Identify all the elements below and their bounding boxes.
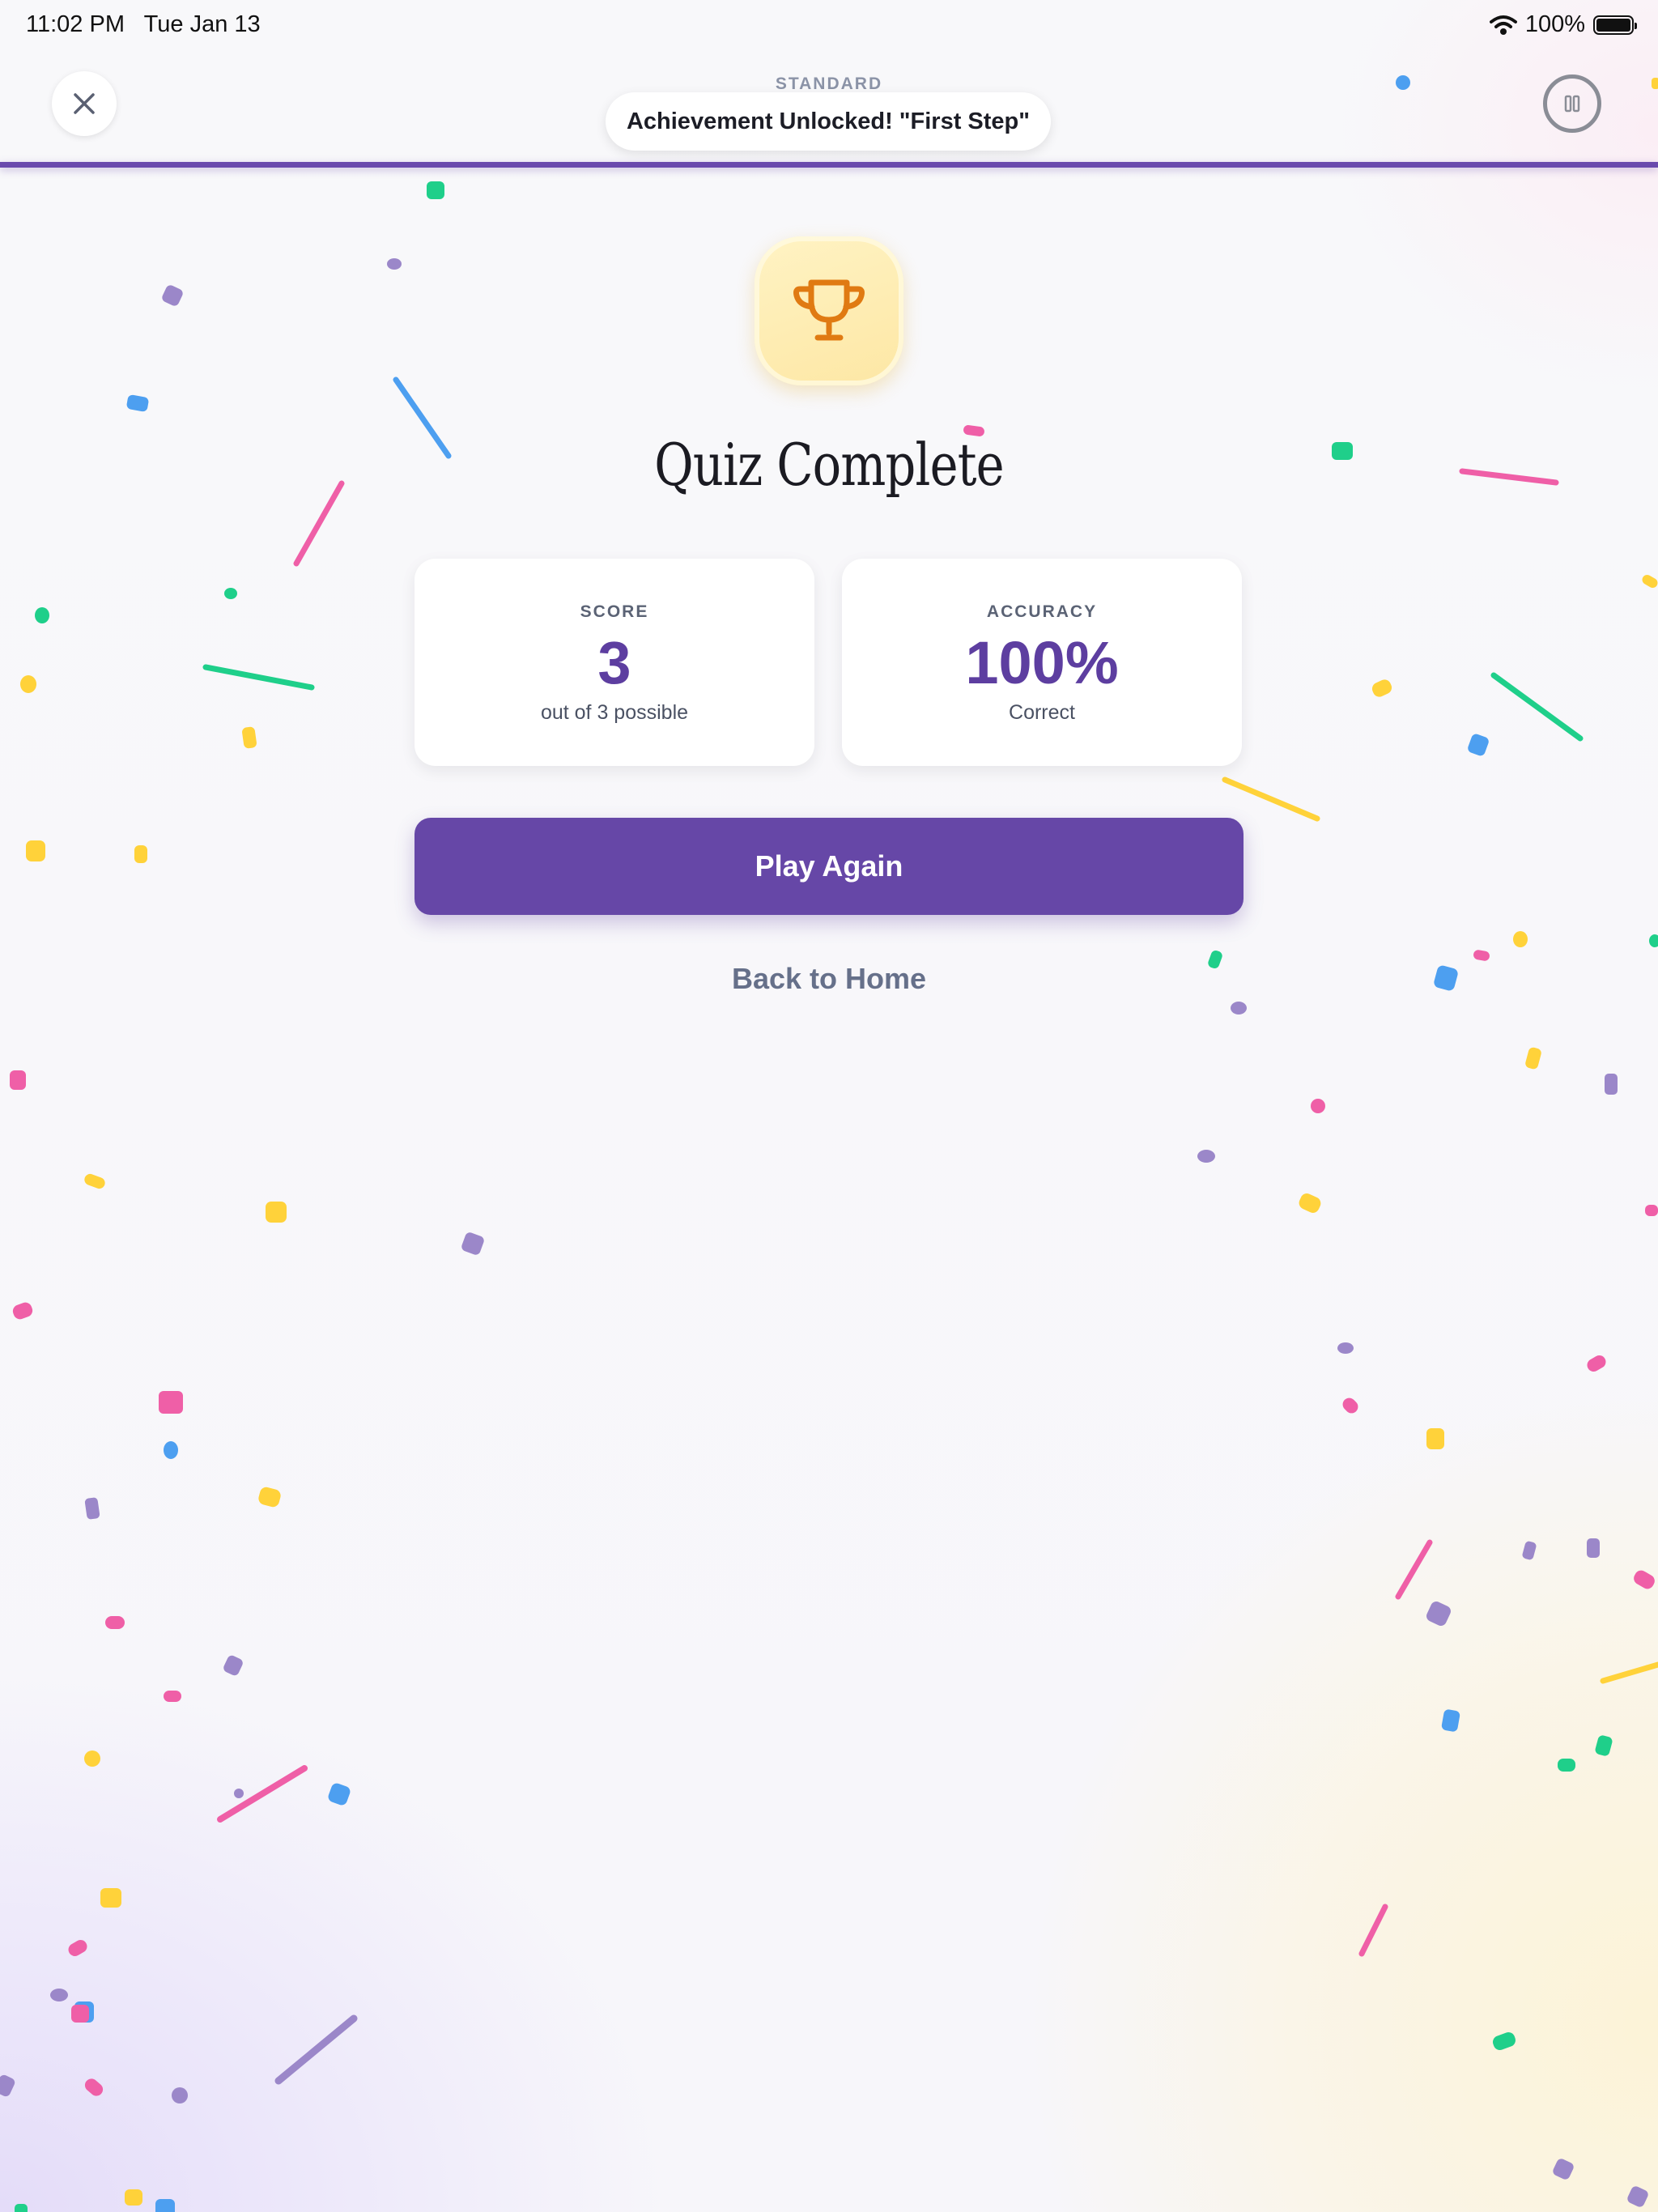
back-to-home-link[interactable]: Back to Home bbox=[0, 962, 1658, 996]
quiz-mode-label: STANDARD bbox=[775, 74, 883, 93]
battery-icon bbox=[1593, 15, 1637, 35]
score-card: SCORE 3 out of 3 possible bbox=[414, 559, 814, 766]
achievement-toast: Achievement Unlocked! "First Step" bbox=[606, 92, 1051, 151]
play-again-button[interactable]: Play Again bbox=[414, 818, 1244, 915]
pause-icon bbox=[1564, 95, 1580, 113]
close-icon bbox=[74, 93, 95, 114]
wifi-icon bbox=[1489, 15, 1517, 35]
accuracy-subtitle: Correct bbox=[1009, 701, 1075, 724]
result-title: Quiz Complete bbox=[654, 431, 1004, 499]
accuracy-card: ACCURACY 100% Correct bbox=[842, 559, 1242, 766]
pause-button[interactable] bbox=[1543, 74, 1601, 133]
trophy-badge bbox=[755, 236, 903, 385]
quiz-progress-fill bbox=[0, 162, 1658, 168]
battery-percent: 100% bbox=[1524, 11, 1585, 37]
quiz-progress-bar bbox=[0, 162, 1658, 168]
status-date: Tue Jan 13 bbox=[143, 11, 261, 37]
score-label: SCORE bbox=[580, 602, 649, 621]
status-time: 11:02 PM bbox=[26, 11, 125, 37]
score-subtitle: out of 3 possible bbox=[540, 701, 689, 724]
status-bar-right: 100% bbox=[1489, 11, 1637, 38]
accuracy-label: ACCURACY bbox=[986, 602, 1098, 621]
score-value: 3 bbox=[597, 629, 631, 696]
accuracy-value: 100% bbox=[965, 629, 1119, 696]
trophy-icon bbox=[793, 279, 865, 341]
status-bar-time: 11:02 PM Tue Jan 13 bbox=[26, 11, 261, 38]
